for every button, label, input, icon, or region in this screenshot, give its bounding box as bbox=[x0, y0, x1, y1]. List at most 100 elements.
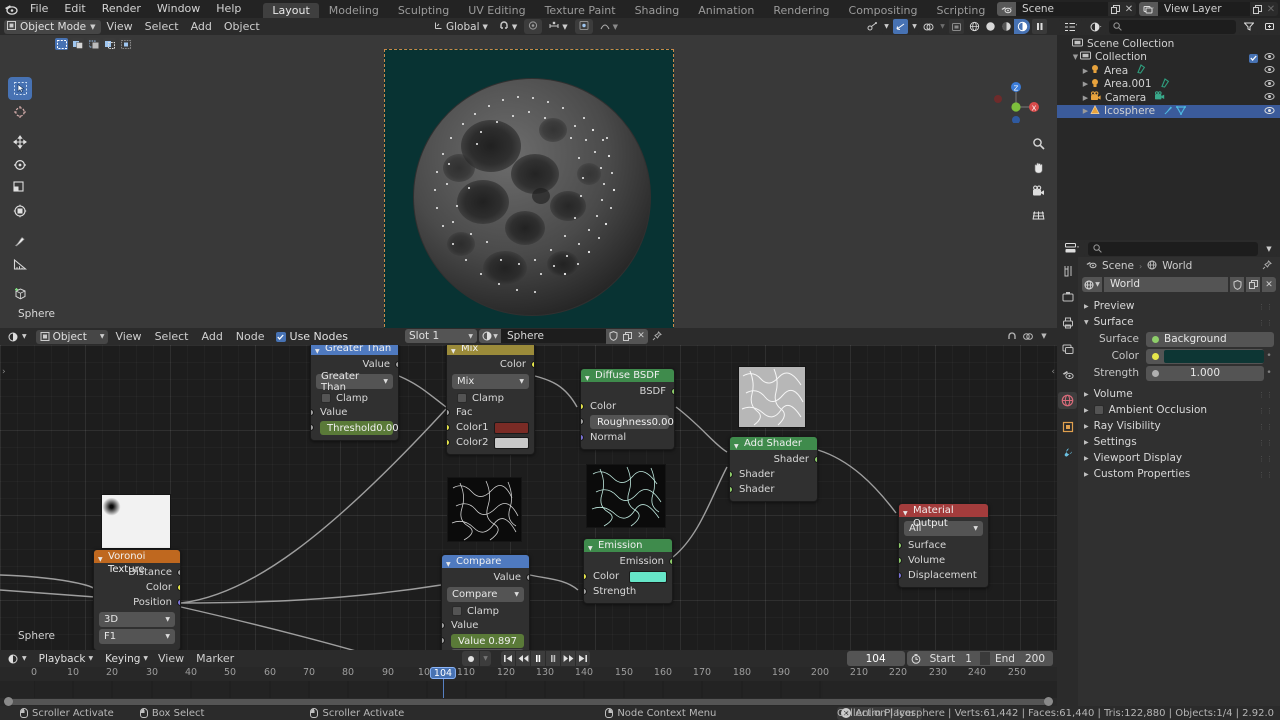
snap-icon[interactable] bbox=[1005, 329, 1019, 343]
input-socket[interactable] bbox=[730, 471, 733, 478]
workspace-tab-layout[interactable]: Layout bbox=[263, 3, 319, 18]
emission-color-swatch[interactable] bbox=[629, 570, 667, 583]
roughness-field[interactable]: Roughness 0.000 bbox=[581, 415, 674, 429]
animate-property-dot[interactable]: • bbox=[1264, 351, 1274, 361]
disclosure-right-icon[interactable]: ▶ bbox=[1081, 80, 1090, 88]
output-socket[interactable] bbox=[671, 388, 674, 395]
light-data-icon[interactable] bbox=[1136, 64, 1146, 77]
pin-icon[interactable] bbox=[1262, 259, 1272, 273]
input-socket[interactable] bbox=[311, 424, 314, 431]
viewport-menu-object[interactable]: Object bbox=[218, 18, 266, 35]
blend-mode-dropdown[interactable]: Mix ▼ bbox=[452, 374, 529, 389]
output-socket[interactable] bbox=[177, 599, 180, 606]
input-socket[interactable] bbox=[899, 542, 902, 549]
outliner-row-collection[interactable]: ▼ Collection bbox=[1057, 51, 1280, 65]
jump-prev-keyframe-icon[interactable] bbox=[516, 651, 530, 666]
pause-render-button[interactable] bbox=[1032, 19, 1047, 34]
mix-rgb-node[interactable]: ▼ Mix Color Mix ▼ Clamp Fac Color1 Color… bbox=[446, 345, 535, 455]
material-data-icon[interactable] bbox=[1163, 105, 1173, 118]
add-shader-node[interactable]: ▼ Add Shader Shader Shader Shader bbox=[729, 436, 818, 502]
proportional-edit-toggle[interactable] bbox=[524, 19, 543, 34]
node-header[interactable]: ▼ Emission bbox=[584, 539, 672, 552]
surface-value-dropdown[interactable]: Background bbox=[1146, 331, 1274, 347]
material-slot-selector[interactable]: Slot 1 ▼ bbox=[405, 329, 477, 343]
disclosure-right-icon[interactable]: ▶ bbox=[1081, 94, 1090, 102]
overlays-button[interactable] bbox=[893, 19, 908, 34]
node-output-shader[interactable]: Shader bbox=[730, 452, 817, 467]
breadcrumb-world[interactable]: World bbox=[1162, 260, 1192, 272]
overlays-dropdown[interactable]: ▼ bbox=[910, 19, 919, 34]
close-icon[interactable]: ✕ bbox=[634, 328, 648, 344]
properties-editor-type-icon[interactable] bbox=[1060, 241, 1085, 256]
world-name-field[interactable]: World bbox=[1104, 277, 1228, 292]
tweak-tool[interactable] bbox=[8, 77, 32, 100]
clamp-toggle[interactable]: Clamp bbox=[447, 391, 534, 405]
node-input-shader-1[interactable]: Shader bbox=[730, 467, 817, 482]
menu-window[interactable]: Window bbox=[149, 0, 208, 18]
output-socket[interactable] bbox=[177, 569, 180, 576]
node-input-volume[interactable]: Volume bbox=[899, 553, 988, 568]
color-swatch[interactable] bbox=[1164, 349, 1264, 363]
toggle-xray-button[interactable] bbox=[949, 19, 964, 34]
voronoi-texture-node[interactable]: ▼ Voronoi Texture Distance Color Positio… bbox=[93, 549, 181, 650]
output-socket[interactable] bbox=[531, 361, 534, 368]
material-name-field[interactable]: Sphere bbox=[501, 329, 606, 343]
node-input-shader-2[interactable]: Shader bbox=[730, 482, 817, 497]
workspace-tab-animation[interactable]: Animation bbox=[689, 3, 763, 18]
node-input-color[interactable]: Color bbox=[584, 569, 672, 584]
input-socket[interactable] bbox=[899, 557, 902, 564]
select-subtract-icon[interactable] bbox=[87, 38, 100, 50]
panel-viewport-display[interactable]: ▶ Viewport Display ⋮⋮ bbox=[1078, 450, 1280, 466]
shader-menu-node[interactable]: Node bbox=[230, 328, 271, 345]
value-field[interactable]: Value 0.897 bbox=[442, 634, 524, 648]
output-socket[interactable] bbox=[814, 456, 817, 463]
panel-settings[interactable]: ▶ Settings ⋮⋮ bbox=[1078, 434, 1280, 450]
world-icon[interactable]: ▼ bbox=[1082, 277, 1102, 292]
outliner-filter-type-icon[interactable] bbox=[1085, 19, 1106, 34]
viewport-menu-select[interactable]: Select bbox=[139, 18, 185, 35]
shading-rendered-button[interactable] bbox=[1014, 19, 1030, 34]
timeline-menu-view[interactable]: View bbox=[152, 650, 190, 667]
select-invert-icon[interactable] bbox=[103, 38, 116, 50]
use-nodes-toggle[interactable]: Use Nodes bbox=[275, 330, 348, 343]
view-layer-icon[interactable] bbox=[1139, 2, 1158, 16]
node-output-bsdf[interactable]: BSDF bbox=[581, 384, 674, 399]
playback-menu[interactable]: Playback ▼ bbox=[35, 652, 97, 666]
node-output-value[interactable]: Value bbox=[311, 357, 398, 372]
shader-menu-select[interactable]: Select bbox=[149, 328, 195, 345]
material-output-node[interactable]: ▼ Material Output All ▼ Surface Volume bbox=[898, 503, 989, 588]
visibility-eye-icon[interactable] bbox=[1264, 65, 1275, 77]
workspace-tab-shading[interactable]: Shading bbox=[626, 3, 689, 18]
properties-tab-render[interactable] bbox=[1058, 288, 1077, 305]
node-input-color1[interactable]: Color1 bbox=[447, 420, 534, 435]
viewport-menu-view[interactable]: View bbox=[101, 18, 139, 35]
outliner-display-mode-icon[interactable] bbox=[1059, 19, 1082, 34]
panel-preview[interactable]: ▶ Preview ⋮⋮ bbox=[1078, 298, 1280, 314]
shader-editor-type-selector[interactable]: ▼ bbox=[4, 329, 31, 344]
outliner-new-collection-icon[interactable] bbox=[1261, 19, 1278, 34]
play-reverse-icon[interactable] bbox=[531, 651, 545, 666]
options-icon[interactable]: ▼ bbox=[1037, 329, 1051, 343]
workspace-tab-modeling[interactable]: Modeling bbox=[320, 3, 388, 18]
jump-to-end-icon[interactable] bbox=[576, 651, 590, 666]
node-header[interactable]: ▼ Diffuse BSDF bbox=[581, 369, 674, 382]
cursor-tool[interactable] bbox=[8, 100, 32, 123]
camera-data-icon[interactable] bbox=[1154, 91, 1165, 104]
zoom-icon[interactable] bbox=[1030, 135, 1047, 152]
threshold-field[interactable]: Threshold 0.000 bbox=[311, 421, 398, 435]
scene-duplicate-icon[interactable] bbox=[1108, 2, 1122, 16]
breadcrumb-scene[interactable]: Scene bbox=[1102, 260, 1134, 272]
camera-icon[interactable] bbox=[1030, 183, 1047, 200]
input-socket[interactable] bbox=[311, 409, 314, 416]
strength-value-field[interactable]: 1.000 bbox=[1146, 365, 1264, 381]
ambient-occlusion-checkbox[interactable] bbox=[1093, 405, 1104, 415]
workspace-tab-sculpting[interactable]: Sculpting bbox=[389, 3, 458, 18]
output-socket[interactable] bbox=[526, 574, 529, 581]
clamp-toggle[interactable]: Clamp bbox=[442, 604, 529, 618]
shading-material-preview-button[interactable] bbox=[998, 19, 1014, 34]
measure-tool[interactable] bbox=[8, 252, 32, 275]
transform-orientation-selector[interactable]: Global ▼ bbox=[430, 19, 492, 34]
scale-tool[interactable] bbox=[8, 176, 32, 199]
menu-help[interactable]: Help bbox=[208, 0, 249, 18]
clamp-checkbox[interactable] bbox=[452, 606, 462, 616]
